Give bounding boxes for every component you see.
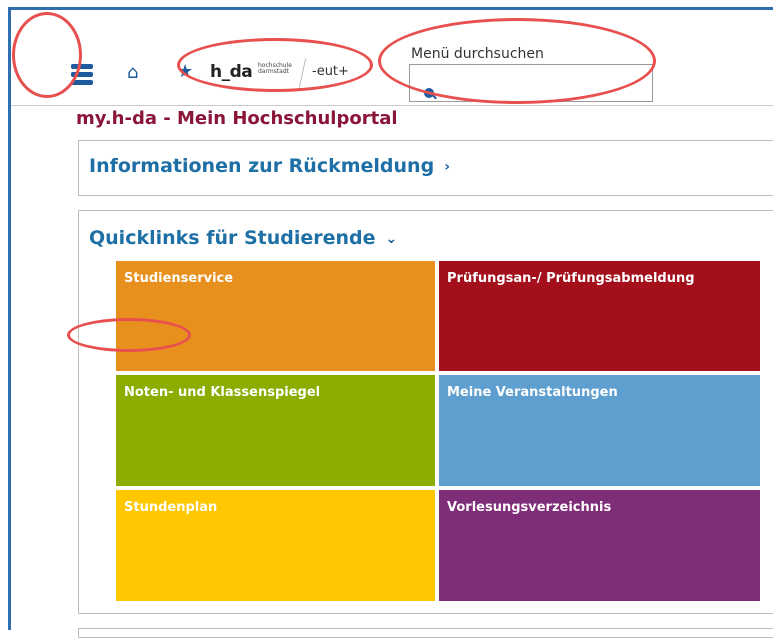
search-label: Menü durchsuchen (411, 46, 544, 62)
header-bar: ⌂ ★ h_da hochschule darmstadt -eut+ Menü… (11, 10, 773, 106)
logo-subtext: hochschule darmstadt (258, 62, 292, 75)
tile-pruefungsanmeldung[interactable]: Prüfungsan-/ Prüfungsabmeldung (439, 261, 760, 371)
star-icon[interactable]: ★ (177, 61, 193, 82)
search-icon (424, 88, 434, 98)
chevron-right-icon: › (444, 158, 450, 175)
home-icon[interactable]: ⌂ (127, 62, 138, 83)
tile-noten-klassenspiegel[interactable]: Noten- und Klassenspiegel (116, 375, 435, 486)
header-divider (11, 105, 773, 106)
search-input[interactable] (409, 64, 653, 102)
logo-main-text: h_da (210, 62, 253, 82)
tile-stundenplan[interactable]: Stundenplan (116, 490, 435, 601)
logo-divider (298, 58, 307, 88)
info-panel-title[interactable]: Informationen zur Rückmeldung › (89, 155, 450, 177)
page-title: my.h-da - Mein Hochschulportal (76, 108, 398, 129)
hamburger-menu-icon[interactable] (71, 64, 93, 85)
eut-logo: -eut+ (312, 64, 349, 79)
hda-logo[interactable]: h_da hochschule darmstadt -eut+ (194, 56, 369, 90)
chevron-down-icon: ⌄ (385, 230, 398, 247)
tile-studienservice[interactable]: Studienservice (116, 261, 435, 371)
info-panel[interactable]: Informationen zur Rückmeldung › (78, 140, 773, 196)
clipped-top-text (0, 0, 773, 6)
tile-vorlesungsverzeichnis[interactable]: Vorlesungsverzeichnis (439, 490, 760, 601)
tile-meine-veranstaltungen[interactable]: Meine Veranstaltungen (439, 375, 760, 486)
quicklinks-panel-title[interactable]: Quicklinks für Studierende ⌄ (89, 227, 397, 249)
